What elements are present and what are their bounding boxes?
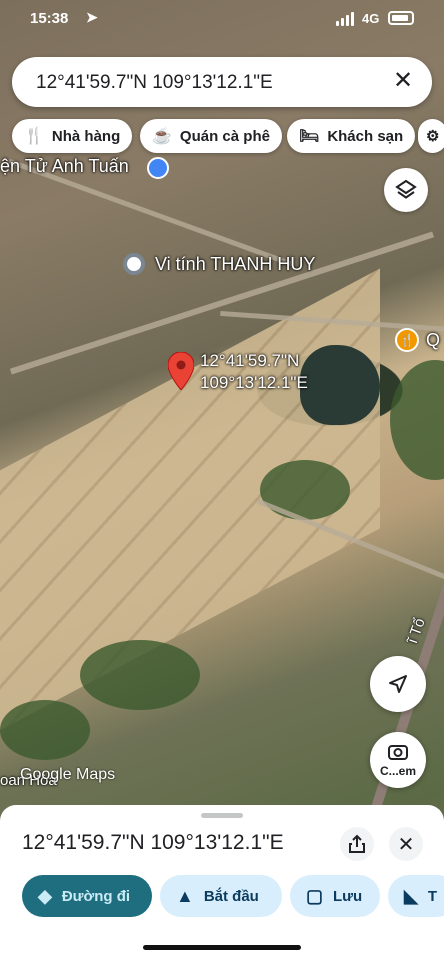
- map-vegetation: [390, 360, 444, 480]
- navigation-arrow-icon: [389, 675, 407, 693]
- close-icon: ✕: [397, 833, 415, 856]
- label-button[interactable]: ◣ T: [388, 875, 444, 917]
- home-indicator[interactable]: [143, 945, 301, 950]
- chip-hotels[interactable]: 🛏 Khách sạn: [287, 119, 416, 153]
- chip-label: Quán cà phê: [179, 127, 270, 145]
- google-maps-logo: Google Maps: [20, 766, 116, 783]
- map-water: [300, 345, 380, 425]
- signal-icon: [336, 12, 356, 26]
- network-type: 4G: [362, 11, 380, 26]
- close-icon[interactable]: ✕: [390, 68, 416, 94]
- sheet-coordinates: 12°41'59.7"N 109°13'12.1"E: [22, 831, 284, 854]
- camera-icon: [388, 745, 408, 760]
- close-sheet-button[interactable]: ✕: [389, 827, 423, 861]
- directions-button[interactable]: ◆ Đường đi: [22, 875, 152, 917]
- label-label: T: [427, 887, 438, 905]
- map-vegetation: [0, 700, 90, 760]
- chip-restaurants[interactable]: 🍴 Nhà hàng: [12, 119, 133, 153]
- start-button[interactable]: ▲ Bắt đầu: [160, 875, 282, 917]
- pin-latitude: 12°41'59.7"N: [200, 351, 300, 370]
- my-location-button[interactable]: [370, 656, 426, 712]
- camera-label: C...em: [379, 764, 416, 778]
- map-label-shop[interactable]: ện Tử Anh Tuấn: [0, 156, 129, 177]
- directions-icon: ◆: [38, 885, 52, 906]
- location-arrow-icon: ➤: [86, 9, 98, 25]
- restaurant-icon: 🍴: [24, 128, 44, 145]
- directions-label: Đường đi: [61, 887, 131, 905]
- search-bar[interactable]: 12°41'59.7"N 109°13'12.1"E ✕: [12, 57, 432, 107]
- sheet-grab-handle[interactable]: [201, 813, 243, 818]
- status-time: 15:38: [30, 10, 69, 27]
- status-bar: 15:38 ➤ 4G: [0, 8, 444, 30]
- save-label: Lưu: [333, 887, 363, 905]
- hotel-icon: 🛏: [299, 128, 320, 145]
- share-icon: [349, 834, 365, 853]
- battery-icon: [388, 11, 414, 25]
- dropped-pin-icon[interactable]: [168, 352, 194, 390]
- map-vegetation: [80, 640, 200, 710]
- place-poi-icon[interactable]: [123, 253, 145, 275]
- search-input[interactable]: 12°41'59.7"N 109°13'12.1"E: [36, 72, 273, 94]
- map-label-restaurant[interactable]: Q: [426, 330, 440, 351]
- bottom-sheet[interactable]: 12°41'59.7"N 109°13'12.1"E ✕ ◆ Đường đi …: [0, 805, 444, 960]
- bookmark-icon: ▢: [306, 885, 324, 906]
- pin-longitude: 109°13'12.1"E: [200, 373, 308, 392]
- restaurant-poi-icon[interactable]: 🍴: [395, 328, 419, 352]
- chip-cafes[interactable]: ☕ Quán cà phê: [140, 119, 282, 153]
- coffee-icon: ☕: [152, 128, 172, 145]
- action-row: ◆ Đường đi ▲ Bắt đầu ▢ Lưu ◣ T: [0, 875, 444, 919]
- chip-more[interactable]: ⚙: [418, 119, 444, 153]
- chip-label: Nhà hàng: [51, 127, 121, 145]
- navigation-icon: ▲: [176, 885, 194, 906]
- map-label-vi-tinh[interactable]: Vi tính THANH HUY: [155, 254, 315, 275]
- layers-icon: [395, 179, 417, 199]
- layers-button[interactable]: [384, 168, 428, 212]
- share-button[interactable]: [340, 827, 374, 861]
- map-vegetation: [260, 460, 350, 520]
- more-icon: ⚙: [426, 128, 440, 145]
- camera-button[interactable]: C...em: [370, 732, 426, 788]
- label-icon: ◣: [404, 885, 418, 906]
- save-button[interactable]: ▢ Lưu: [290, 875, 380, 917]
- chip-label: Khách sạn: [327, 127, 404, 145]
- start-label: Bắt đầu: [203, 887, 259, 905]
- shop-poi-icon[interactable]: [147, 157, 169, 179]
- pin-coordinates-label: 12°41'59.7"N 109°13'12.1"E: [200, 350, 308, 394]
